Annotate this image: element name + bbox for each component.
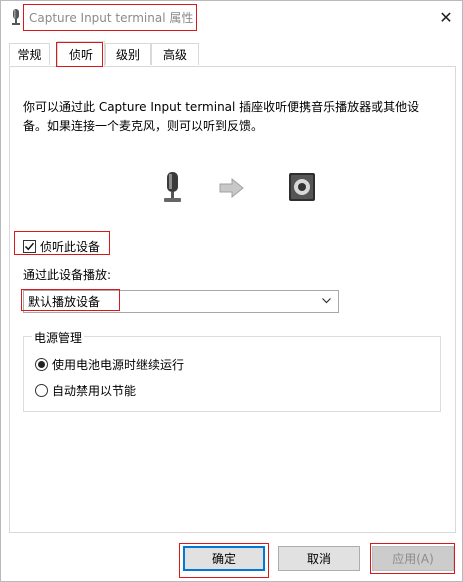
speaker-icon [289,173,315,201]
playback-device-label: 通过此设备播放: [23,268,112,282]
listen-checkbox-label: 侦听此设备 [40,239,101,254]
power-option-label: 使用电池电源时继续运行 [52,357,185,372]
ok-button-label: 确定 [211,552,236,566]
power-option-continue[interactable]: 使用电池电源时继续运行 [35,355,184,373]
tab-label: 高级 [162,48,187,62]
cancel-button-label: 取消 [306,552,331,566]
tab-label: 级别 [115,48,140,62]
power-management-group: 电源管理 使用电池电源时继续运行 自动禁用以节能 [23,329,441,412]
power-option-label: 自动禁用以节能 [52,383,137,398]
listen-checkbox[interactable] [23,239,36,253]
apply-button-label: 应用(A) [392,552,434,566]
arrow-right-icon [219,177,244,199]
cancel-button[interactable]: 取消 [278,546,360,571]
apply-button[interactable]: 应用(A) [372,546,454,571]
title-bar: Capture Input terminal 属性 ✕ [1,1,462,34]
listen-illustration [164,172,315,202]
tab-advanced[interactable]: 高级 [151,43,199,65]
radio-button[interactable] [35,383,48,397]
microphone-icon [164,172,181,202]
tab-label: 常规 [17,48,42,62]
radio-button-selected[interactable] [35,357,48,371]
tab-levels[interactable]: 级别 [105,43,151,65]
close-icon: ✕ [439,7,453,27]
tab-listen[interactable]: 侦听 [57,41,105,66]
tab-label: 侦听 [68,47,93,62]
playback-device-dropdown[interactable]: 默认播放设备 [23,290,339,313]
chevron-down-icon [322,298,331,304]
window-title: Capture Input terminal 属性 [29,11,194,25]
playback-device-value: 默认播放设备 [28,295,101,309]
listen-tab-panel: 你可以通过此 Capture Input terminal 插座收听便携音乐播放… [9,66,456,533]
listen-checkbox-row[interactable]: 侦听此设备 [23,236,100,256]
power-management-legend: 电源管理 [32,329,85,346]
tab-general[interactable]: 常规 [9,43,50,65]
properties-dialog: Capture Input terminal 属性 ✕ 常规 侦听 级别 高级 … [0,0,463,582]
checkmark-icon [24,242,35,250]
microphone-icon [12,9,20,25]
close-button[interactable]: ✕ [431,3,461,31]
ok-button[interactable]: 确定 [183,546,265,571]
listen-description: 你可以通过此 Capture Input terminal 插座收听便携音乐播放… [23,100,420,133]
power-option-auto-disable[interactable]: 自动禁用以节能 [35,381,136,399]
